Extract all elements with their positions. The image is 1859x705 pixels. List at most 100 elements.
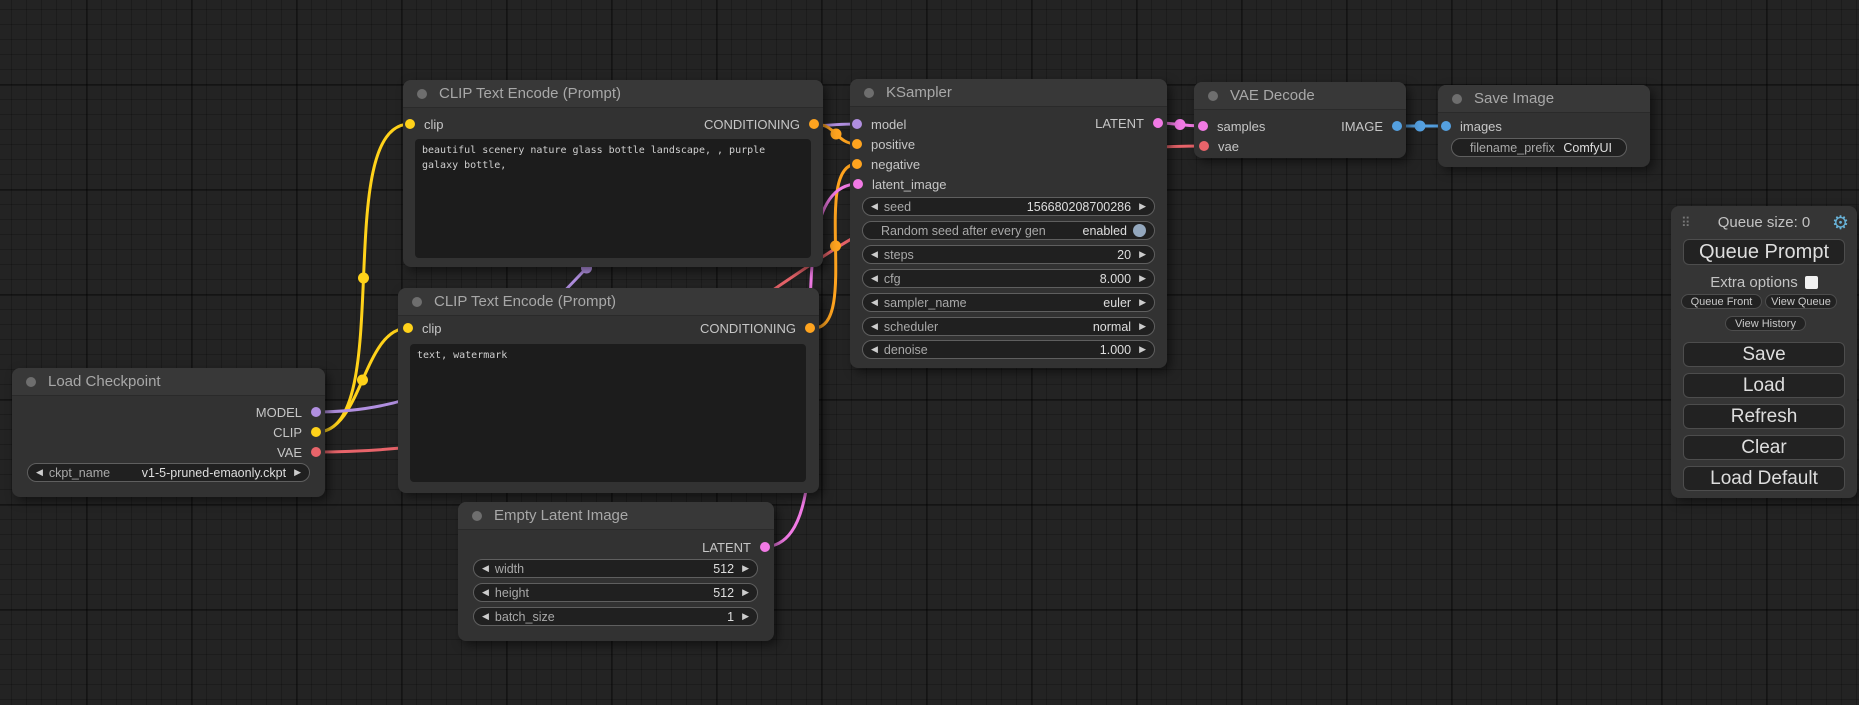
decrement-arrow-icon[interactable]: ◀: [482, 564, 489, 573]
decrement-arrow-icon[interactable]: ◀: [871, 274, 878, 283]
node-title-bar[interactable]: CLIP Text Encode (Prompt): [398, 288, 819, 316]
clip-output-dot-icon[interactable]: [311, 427, 321, 437]
node-title-bar[interactable]: CLIP Text Encode (Prompt): [403, 80, 823, 108]
conditioning-output-dot-icon[interactable]: [809, 119, 819, 129]
vae-input-dot-icon[interactable]: [1199, 141, 1209, 151]
increment-arrow-icon[interactable]: ▶: [742, 564, 749, 573]
widget-steps[interactable]: ◀ steps 20 ▶: [862, 245, 1155, 264]
toggle-enabled-icon[interactable]: [1133, 224, 1146, 237]
node-clip-text-encode-negative[interactable]: CLIP Text Encode (Prompt) clip CONDITION…: [398, 288, 819, 493]
vae-output-dot-icon[interactable]: [311, 447, 321, 457]
prompt-textarea-negative[interactable]: text, watermark: [410, 344, 806, 482]
refresh-button[interactable]: Refresh: [1683, 404, 1845, 429]
clip-input-dot-icon[interactable]: [405, 119, 415, 129]
node-title-bar[interactable]: Save Image: [1438, 85, 1650, 113]
input-slot-clip[interactable]: clip: [403, 321, 442, 335]
output-slot-model[interactable]: MODEL: [256, 405, 321, 419]
widget-cfg[interactable]: ◀ cfg 8.000 ▶: [862, 269, 1155, 288]
load-default-button[interactable]: Load Default: [1683, 466, 1845, 491]
widget-batch-size[interactable]: ◀ batch_size 1 ▶: [473, 607, 758, 626]
widget-denoise[interactable]: ◀ denoise 1.000 ▶: [862, 340, 1155, 359]
latent-output-dot-icon[interactable]: [1153, 118, 1163, 128]
prompt-textarea-positive[interactable]: beautiful scenery nature glass bottle la…: [415, 139, 811, 258]
comfy-menu-panel[interactable]: ⠿ Queue size: 0 ⚙ Queue Prompt Extra opt…: [1671, 206, 1857, 498]
node-load-checkpoint[interactable]: Load Checkpoint MODEL CLIP VAE ◀ ckpt_na…: [12, 368, 325, 497]
decrement-arrow-icon[interactable]: ◀: [871, 298, 878, 307]
node-save-image[interactable]: Save Image images filename_prefix ComfyU…: [1438, 85, 1650, 167]
increment-arrow-icon[interactable]: ▶: [1139, 322, 1146, 331]
decrement-arrow-icon[interactable]: ◀: [36, 468, 43, 477]
conditioning-input-dot-icon[interactable]: [852, 159, 862, 169]
decrement-arrow-icon[interactable]: ◀: [871, 202, 878, 211]
node-vae-decode[interactable]: VAE Decode samples vae IMAGE: [1194, 82, 1406, 158]
collapse-dot-icon[interactable]: [1452, 94, 1462, 104]
increment-arrow-icon[interactable]: ▶: [742, 588, 749, 597]
latent-input-dot-icon[interactable]: [853, 179, 863, 189]
settings-gear-icon[interactable]: ⚙: [1832, 212, 1849, 235]
output-slot-latent[interactable]: LATENT: [702, 540, 770, 554]
node-graph-canvas[interactable]: Load Checkpoint MODEL CLIP VAE ◀ ckpt_na…: [0, 0, 1859, 705]
conditioning-output-dot-icon[interactable]: [805, 323, 815, 333]
node-title-bar[interactable]: Load Checkpoint: [12, 368, 325, 396]
input-slot-images[interactable]: images: [1441, 119, 1502, 133]
widget-random-seed-toggle[interactable]: Random seed after every gen enabled: [862, 221, 1155, 240]
increment-arrow-icon[interactable]: ▶: [742, 612, 749, 621]
widget-sampler-name[interactable]: ◀ sampler_name euler ▶: [862, 293, 1155, 312]
queue-prompt-button[interactable]: Queue Prompt: [1683, 239, 1845, 265]
increment-arrow-icon[interactable]: ▶: [1139, 298, 1146, 307]
output-slot-clip[interactable]: CLIP: [273, 425, 321, 439]
output-slot-image[interactable]: IMAGE: [1341, 119, 1402, 133]
widget-ckpt-name[interactable]: ◀ ckpt_name v1-5-pruned-emaonly.ckpt ▶: [27, 463, 310, 482]
collapse-dot-icon[interactable]: [472, 511, 482, 521]
output-slot-conditioning[interactable]: CONDITIONING: [700, 321, 815, 335]
node-title-bar[interactable]: Empty Latent Image: [458, 502, 774, 530]
latent-output-dot-icon[interactable]: [760, 542, 770, 552]
output-slot-conditioning[interactable]: CONDITIONING: [704, 117, 819, 131]
conditioning-input-dot-icon[interactable]: [852, 139, 862, 149]
extra-options-checkbox[interactable]: [1805, 276, 1818, 289]
input-slot-samples[interactable]: samples: [1198, 119, 1265, 133]
decrement-arrow-icon[interactable]: ◀: [482, 612, 489, 621]
view-queue-button[interactable]: View Queue: [1765, 294, 1837, 309]
output-slot-vae[interactable]: VAE: [277, 445, 321, 459]
widget-width[interactable]: ◀ width 512 ▶: [473, 559, 758, 578]
node-title-bar[interactable]: KSampler: [850, 79, 1167, 107]
increment-arrow-icon[interactable]: ▶: [1139, 202, 1146, 211]
increment-arrow-icon[interactable]: ▶: [1139, 274, 1146, 283]
output-slot-latent[interactable]: LATENT: [1095, 116, 1163, 130]
decrement-arrow-icon[interactable]: ◀: [871, 250, 878, 259]
input-slot-negative[interactable]: negative: [852, 157, 920, 171]
model-input-dot-icon[interactable]: [852, 119, 862, 129]
widget-filename-prefix[interactable]: filename_prefix ComfyUI: [1451, 138, 1627, 157]
widget-scheduler[interactable]: ◀ scheduler normal ▶: [862, 317, 1155, 336]
decrement-arrow-icon[interactable]: ◀: [482, 588, 489, 597]
image-input-dot-icon[interactable]: [1441, 121, 1451, 131]
save-button[interactable]: Save: [1683, 342, 1845, 367]
image-output-dot-icon[interactable]: [1392, 121, 1402, 131]
decrement-arrow-icon[interactable]: ◀: [871, 345, 878, 354]
input-slot-latent-image[interactable]: latent_image: [853, 177, 946, 191]
input-slot-clip[interactable]: clip: [405, 117, 444, 131]
widget-seed[interactable]: ◀ seed 156680208700286 ▶: [862, 197, 1155, 216]
queue-front-button[interactable]: Queue Front: [1681, 294, 1762, 309]
collapse-dot-icon[interactable]: [1208, 91, 1218, 101]
clear-button[interactable]: Clear: [1683, 435, 1845, 460]
view-history-button[interactable]: View History: [1725, 316, 1806, 331]
node-ksampler[interactable]: KSampler model positive negative latent_…: [850, 79, 1167, 368]
collapse-dot-icon[interactable]: [26, 377, 36, 387]
collapse-dot-icon[interactable]: [864, 88, 874, 98]
load-button[interactable]: Load: [1683, 373, 1845, 398]
increment-arrow-icon[interactable]: ▶: [1139, 345, 1146, 354]
input-slot-positive[interactable]: positive: [852, 137, 915, 151]
collapse-dot-icon[interactable]: [417, 89, 427, 99]
input-slot-model[interactable]: model: [852, 117, 906, 131]
node-empty-latent-image[interactable]: Empty Latent Image LATENT ◀ width 512 ▶ …: [458, 502, 774, 641]
latent-input-dot-icon[interactable]: [1198, 121, 1208, 131]
collapse-dot-icon[interactable]: [412, 297, 422, 307]
clip-input-dot-icon[interactable]: [403, 323, 413, 333]
node-title-bar[interactable]: VAE Decode: [1194, 82, 1406, 110]
increment-arrow-icon[interactable]: ▶: [1139, 250, 1146, 259]
model-output-dot-icon[interactable]: [311, 407, 321, 417]
increment-arrow-icon[interactable]: ▶: [294, 468, 301, 477]
node-clip-text-encode-positive[interactable]: CLIP Text Encode (Prompt) clip CONDITION…: [403, 80, 823, 267]
